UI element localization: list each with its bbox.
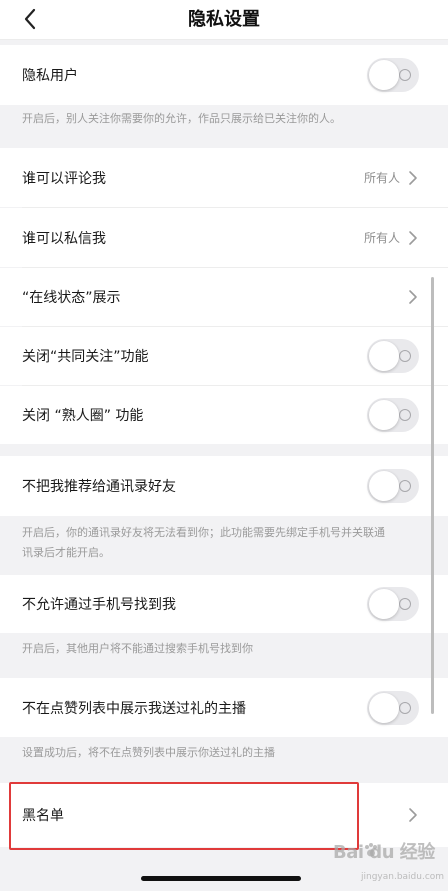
phone-search-row: 不允许通过手机号找到我 [0,575,448,633]
online-status-row[interactable]: “在线状态”展示 [0,268,448,326]
private-user-note: 开启后，别人关注你需要你的允许，作品只展示给已关注你的人。 [0,106,448,146]
phone-search-note: 开启后，其他用户将不能通过搜索手机号找到你 [0,635,448,677]
nav-bar: 隐私设置 [0,0,448,40]
contacts-recommend-row: 不把我推荐给通讯录好友 [0,456,448,516]
gift-anchor-row: 不在点赞列表中展示我送过礼的主播 [0,678,448,737]
contacts-recommend-toggle[interactable] [367,469,419,503]
gift-anchor-label: 不在点赞列表中展示我送过礼的主播 [22,700,246,717]
toggle-off-icon [399,69,411,81]
mutual-follow-row: 关闭“共同关注”功能 [0,327,448,385]
toggle-knob [369,589,399,619]
contacts-recommend-label: 不把我推荐给通讯录好友 [22,479,176,495]
toggle-knob [369,60,399,90]
highlight-annotation-box [9,782,359,850]
watermark-site: jingyan.baidu.com [361,872,445,882]
contacts-recommend-note: 开启后，你的通讯录好友将无法看到你；此功能需要先绑定手机号并关联通 讯录后才能开… [0,518,448,574]
comment-permission-row[interactable]: 谁可以评论我 所有人 [0,148,448,207]
chevron-right-icon [409,230,417,245]
private-user-label: 隐私用户 [22,68,78,84]
toggle-knob [369,692,399,723]
toggle-knob [369,471,399,501]
comment-permission-value: 所有人 [363,171,400,185]
chevron-right-icon [409,170,417,185]
toggle-off-icon [399,350,411,362]
message-permission-value: 所有人 [363,231,400,245]
acquaintance-circle-label: 关闭 “熟人圈” 功能 [22,408,144,424]
toggle-off-icon [399,701,411,714]
paw-icon [365,843,377,857]
contacts-recommend-note-line1: 开启后，你的通讯录好友将无法看到你；此功能需要先绑定手机号并关联通 [22,526,385,539]
gift-anchor-note: 设置成功后，将不在点赞列表中展示你送过礼的主播 [0,739,448,781]
message-permission-label: 谁可以私信我 [22,230,106,247]
gift-anchor-toggle[interactable] [367,690,419,725]
mutual-follow-label: 关闭“共同关注”功能 [22,349,149,365]
toggle-off-icon [399,480,411,492]
acquaintance-circle-row: 关闭 “熟人圈” 功能 [0,386,448,444]
scrollbar[interactable] [431,277,434,714]
home-indicator [141,876,301,881]
watermark-logo: Bai du 经验 [333,842,435,863]
acquaintance-circle-toggle[interactable] [367,398,419,432]
chevron-right-icon [409,808,417,822]
message-permission-row[interactable]: 谁可以私信我 所有人 [0,208,448,267]
private-user-toggle[interactable] [367,58,419,92]
baidu-jingyan-watermark: Bai du 经验 jingyan.baidu.com [333,838,445,888]
private-user-row: 隐私用户 [0,45,448,105]
toggle-knob [369,341,399,371]
comment-permission-label: 谁可以评论我 [22,170,106,187]
toggle-off-icon [399,409,411,421]
phone-search-label: 不允许通过手机号找到我 [22,597,176,613]
phone-search-toggle[interactable] [367,587,419,621]
chevron-right-icon [409,290,417,304]
online-status-label: “在线状态”展示 [22,290,121,306]
mutual-follow-toggle[interactable] [367,339,419,373]
toggle-knob [369,400,399,430]
toggle-off-icon [399,598,411,610]
page-title: 隐私设置 [188,9,260,30]
contacts-recommend-note-line2: 讯录后才能开启。 [22,546,110,559]
